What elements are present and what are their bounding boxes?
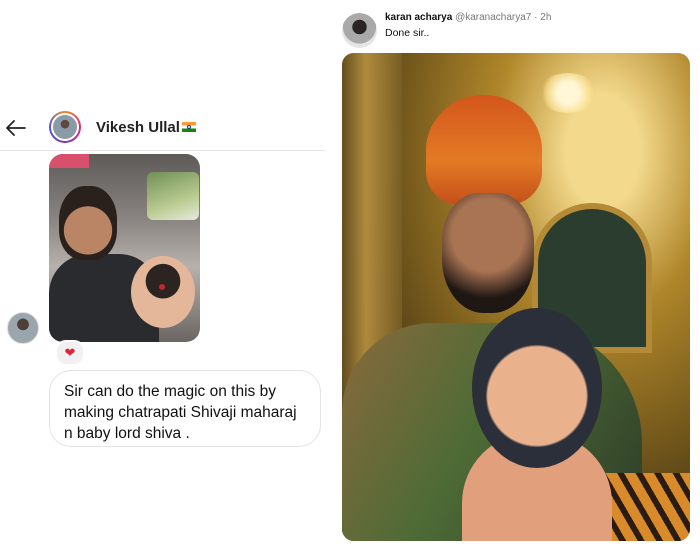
tweet-avatar[interactable]	[342, 13, 377, 48]
tweet-display-name[interactable]: karan acharya	[385, 12, 452, 23]
tweet-text: Done sir..	[385, 27, 430, 39]
text-message[interactable]: Sir can do the magic on this by making c…	[49, 370, 321, 447]
photo-message[interactable]	[49, 154, 200, 342]
tweet-separator: ·	[531, 12, 541, 23]
contact-avatar[interactable]	[49, 111, 81, 143]
india-flag-icon	[181, 122, 196, 133]
tweet-time[interactable]: 2h	[540, 12, 551, 23]
sender-avatar[interactable]	[7, 312, 39, 344]
chat-panel: Vikesh Ullal ❤ Sir can do the magic on t…	[0, 0, 332, 544]
tweet-header: karan acharya @karanacharya7 · 2h	[385, 12, 551, 23]
tweet[interactable]: karan acharya @karanacharya7 · 2h Done s…	[338, 0, 700, 544]
arrow-left-icon[interactable]	[4, 116, 28, 140]
contact-name-row[interactable]: Vikesh Ullal	[96, 119, 196, 136]
heart-reaction-icon[interactable]: ❤	[55, 340, 85, 366]
contact-name: Vikesh Ullal	[96, 119, 180, 136]
tweet-image[interactable]	[342, 53, 690, 541]
chat-header: Vikesh Ullal	[0, 108, 325, 151]
tweet-handle[interactable]: @karanacharya7	[455, 12, 531, 23]
